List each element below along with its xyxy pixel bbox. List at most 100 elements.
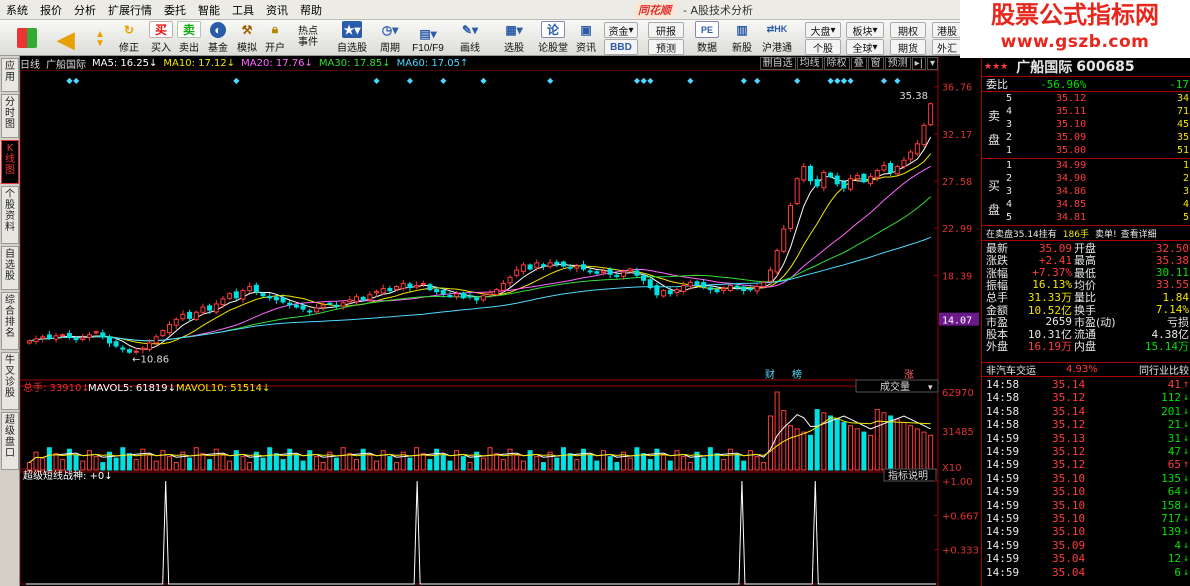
tab-watchlist[interactable]: 自选股 bbox=[1, 246, 19, 290]
tick-price: 35.04 bbox=[1052, 565, 1086, 579]
remove-watchlist-button[interactable]: 删自选 bbox=[759, 56, 796, 70]
fund-button[interactable]: ◐ 基金 bbox=[204, 20, 232, 56]
menu-analysis[interactable]: 分析 bbox=[68, 2, 102, 18]
ask-price: 35.10 bbox=[1056, 119, 1087, 130]
info-button[interactable]: ▣ 资讯 bbox=[572, 20, 600, 56]
down-arrow-icon: ↓ bbox=[1182, 432, 1189, 444]
candle-body bbox=[293, 304, 299, 308]
down-arrow-icon: ↓ bbox=[1182, 513, 1189, 524]
hot-event-button[interactable]: 热点 事件 bbox=[292, 20, 324, 56]
simulate-button[interactable]: ⚒ 模拟 bbox=[233, 20, 261, 56]
ex-rights-button[interactable]: 除权 bbox=[823, 56, 850, 70]
self-select-button[interactable]: ★▾ 自选股 bbox=[334, 20, 370, 56]
ma60-label: MA60: 17.05↑ bbox=[396, 57, 469, 69]
menu-extended-quote[interactable]: 扩展行情 bbox=[102, 2, 158, 18]
quanqiu-button[interactable]: 全球 ▾ bbox=[846, 39, 884, 55]
tab-super-board[interactable]: 超级盘口 bbox=[1, 412, 19, 470]
candle-body bbox=[761, 281, 767, 288]
tick-time: 14:59 bbox=[986, 538, 1020, 552]
candle-body bbox=[86, 334, 92, 338]
candle-body bbox=[781, 228, 787, 252]
menu-help[interactable]: 帮助 bbox=[294, 2, 328, 18]
candle-body bbox=[320, 304, 326, 308]
tab-apps[interactable]: 应用 bbox=[1, 58, 19, 92]
kline-chart-panel[interactable]: 36.76 32.17 27.58 22.99 18.39 14.07 ◆ ◆ ◆ ◆ ◆ ◆ ◆ ◆ ◆ ◆… bbox=[20, 56, 980, 586]
candle-body bbox=[848, 178, 854, 190]
scroll-end-icon[interactable]: ▸| bbox=[911, 56, 926, 70]
ma-button[interactable]: 均线 bbox=[796, 56, 823, 70]
tab-ranking[interactable]: 综合排名 bbox=[1, 292, 19, 350]
ask-price: 35.12 bbox=[1056, 93, 1087, 104]
forecast-button[interactable]: 预测 bbox=[648, 39, 684, 55]
tick-price: 35.12 bbox=[1052, 458, 1086, 472]
signal-diamond: ◆ bbox=[754, 76, 761, 85]
order-detail-link[interactable]: 查看详细 bbox=[1121, 227, 1157, 240]
bid-row: 2 34.90 2 bbox=[982, 172, 1190, 185]
volume-bar bbox=[340, 447, 346, 471]
qihuo-button[interactable]: 期货 bbox=[890, 39, 926, 55]
bankuai-button[interactable]: 板块 ▾ bbox=[846, 22, 884, 38]
data-button[interactable]: PE 数据 bbox=[690, 20, 724, 56]
tick-volume: 158 bbox=[1161, 498, 1181, 512]
tab-timeshare[interactable]: 分时图 bbox=[1, 94, 19, 138]
fund-small-button[interactable]: 资金 ▾ bbox=[604, 22, 638, 38]
fix-label: 修正 bbox=[119, 43, 139, 54]
volume-bar bbox=[260, 457, 266, 471]
sector-compare-link[interactable]: 同行业比较 bbox=[1139, 362, 1189, 377]
new-stock-button[interactable]: ▥ 新股 bbox=[728, 20, 756, 56]
order-button[interactable] bbox=[12, 20, 42, 56]
menu-quote[interactable]: 报价 bbox=[34, 2, 68, 18]
menu-system[interactable]: 系统 bbox=[0, 2, 34, 18]
volume-bar bbox=[167, 456, 173, 471]
candle-body bbox=[360, 296, 366, 301]
waihui-button[interactable]: 外汇 bbox=[932, 39, 962, 55]
overlay-button[interactable]: 叠 bbox=[850, 56, 867, 70]
candle-body bbox=[494, 289, 500, 296]
volume-bar bbox=[367, 454, 373, 471]
dapan-button[interactable]: 大盘 ▾ bbox=[805, 22, 841, 38]
sell-button[interactable]: 卖 卖出 bbox=[176, 20, 202, 56]
tick-price: 35.10 bbox=[1052, 485, 1086, 499]
stock-pick-button[interactable]: ▦▾ 选股 bbox=[496, 20, 532, 56]
volume-bar bbox=[554, 457, 560, 471]
gegu-button[interactable]: 个股 bbox=[805, 39, 841, 55]
ganggu-button[interactable]: 港股 bbox=[932, 22, 962, 38]
menu-tools[interactable]: 工具 bbox=[226, 2, 260, 18]
ask-level: 2 bbox=[1006, 132, 1013, 143]
research-button[interactable]: 研报 bbox=[648, 22, 684, 38]
trade-tick-row: 14:59 35.10 64 ↓ bbox=[982, 485, 1190, 498]
tab-diagnosis[interactable]: 牛叉诊股 bbox=[1, 352, 19, 410]
candle-body bbox=[894, 165, 900, 175]
back-button[interactable]: ◀ bbox=[52, 20, 80, 56]
draw-line-button[interactable]: ✎▾ 画线 bbox=[452, 20, 488, 56]
forecast-chart-button[interactable]: 预测 bbox=[884, 56, 911, 70]
tick-price: 35.12 bbox=[1052, 445, 1086, 458]
candle-body bbox=[454, 293, 460, 297]
tab-stock-profile[interactable]: 个股资料 bbox=[1, 186, 19, 244]
menu-trade[interactable]: 委托 bbox=[158, 2, 192, 18]
menu-news[interactable]: 资讯 bbox=[260, 2, 294, 18]
period-label[interactable]: 日线 bbox=[20, 56, 40, 71]
window-button[interactable]: 窗 bbox=[867, 56, 884, 70]
candle-body bbox=[914, 143, 920, 155]
menu-smart[interactable]: 智能 bbox=[192, 2, 226, 18]
candle-body bbox=[80, 337, 86, 340]
period-button[interactable]: ◷▾ 周期 bbox=[372, 20, 408, 56]
forum-button[interactable]: 论 论股堂 bbox=[536, 20, 570, 56]
volume-bar bbox=[580, 448, 586, 471]
open-account-button[interactable]: 🔒︎ 开户 bbox=[261, 20, 289, 56]
buy-button[interactable]: 买 买入 bbox=[148, 20, 174, 56]
candle-body bbox=[807, 165, 813, 182]
up-down-button[interactable]: ▲ ▼ bbox=[88, 20, 112, 56]
tab-kline[interactable]: K线图 bbox=[1, 140, 19, 184]
f10-button[interactable]: ▤▾ F10/F9 bbox=[410, 20, 446, 56]
draw-line-label: 画线 bbox=[460, 43, 480, 54]
qiquan-button[interactable]: 期权 bbox=[890, 22, 926, 38]
hk-connect-button[interactable]: ⇄HK 沪港通 bbox=[758, 20, 796, 56]
volume-bar bbox=[761, 462, 767, 471]
fix-button[interactable]: ↻ 修正 bbox=[116, 20, 142, 56]
bbd-button[interactable]: BBD bbox=[604, 39, 638, 55]
tick-price: 35.12 bbox=[1052, 418, 1086, 432]
dropdown-icon[interactable]: ▾ bbox=[926, 56, 938, 70]
stat-value: 30.11 bbox=[1155, 266, 1189, 280]
